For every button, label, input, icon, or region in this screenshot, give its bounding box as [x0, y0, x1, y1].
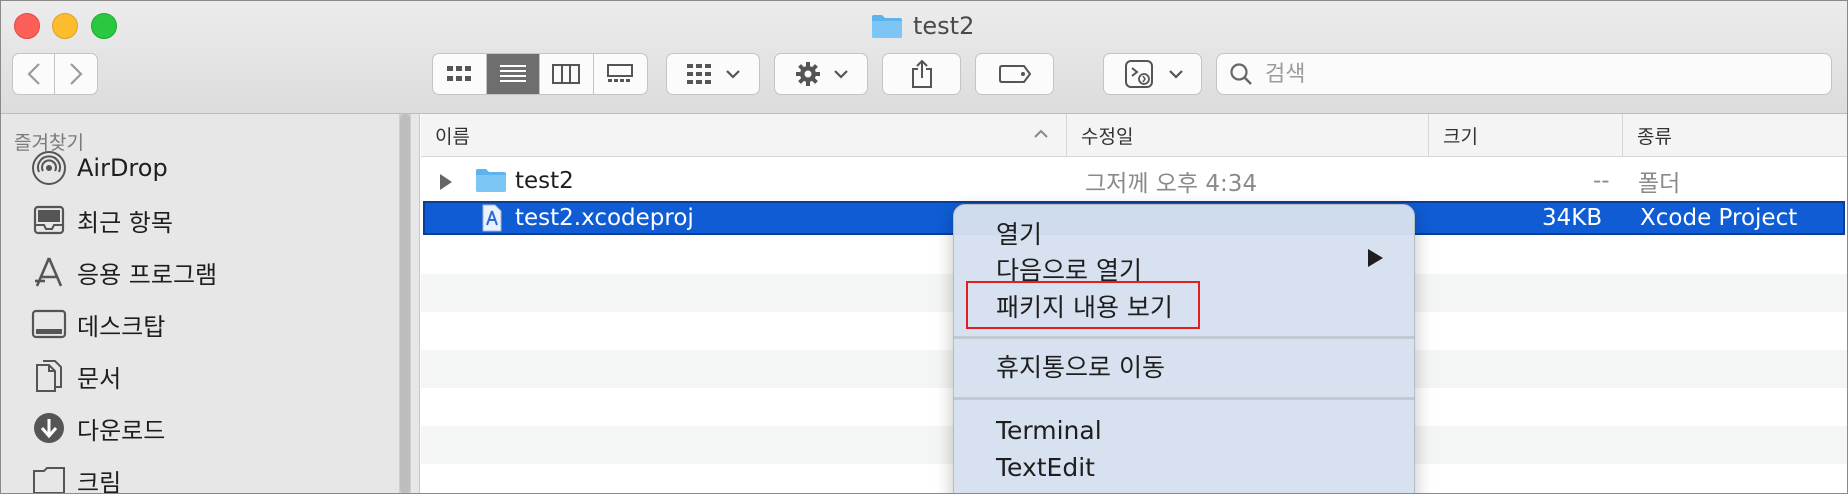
- sidebar-item-documents[interactable]: 문서: [31, 356, 121, 396]
- menu-item-move-to-trash[interactable]: 휴지통으로 이동: [996, 348, 1165, 384]
- column-kind[interactable]: 종류: [1623, 114, 1847, 156]
- column-view-button[interactable]: [540, 54, 594, 94]
- chevron-right-icon: [70, 63, 83, 85]
- list-view-button[interactable]: [486, 54, 540, 94]
- gallery-view-button[interactable]: [594, 54, 648, 94]
- zoom-window-button[interactable]: [91, 13, 117, 39]
- file-name: test2: [515, 168, 574, 194]
- search-field[interactable]: [1216, 53, 1832, 95]
- column-name[interactable]: 이름: [421, 114, 1067, 156]
- grid-icon: [447, 66, 472, 81]
- desktop-icon: [31, 306, 67, 342]
- columns-icon: [552, 64, 581, 84]
- chevron-down-icon: [1168, 70, 1183, 79]
- share-button[interactable]: [882, 53, 961, 95]
- group-by-button[interactable]: [666, 53, 760, 95]
- quick-actions-button[interactable]: [1103, 53, 1202, 95]
- recents-icon: [31, 202, 67, 238]
- column-kind-label: 종류: [1637, 125, 1672, 148]
- file-name: test2.xcodeproj: [515, 205, 694, 231]
- file-row-folder[interactable]: test2 그저께 오후 4:34 -- 폴더: [421, 162, 1847, 200]
- icon-view-button[interactable]: [433, 54, 487, 94]
- close-window-button[interactable]: [14, 13, 40, 39]
- menu-item-textedit[interactable]: TextEdit: [996, 449, 1095, 485]
- xcode-project-icon: [482, 204, 502, 232]
- finder-window: test2 검색 즐겨찾기 AirDrop 최근 항목 응용 프로그램 데스크탑…: [0, 0, 1848, 494]
- sidebar-item-recents[interactable]: 최근 항목: [31, 200, 173, 240]
- sidebar-item-partial[interactable]: 크림: [31, 460, 122, 494]
- file-size: --: [1593, 168, 1610, 194]
- tag-icon: [998, 65, 1031, 83]
- search-input[interactable]: [1263, 60, 1787, 88]
- column-size-label: 크기: [1443, 125, 1478, 148]
- column-header: 이름 수정일 크기 종류: [421, 114, 1847, 157]
- column-modified-label: 수정일: [1081, 125, 1134, 148]
- menu-item-terminal[interactable]: Terminal: [996, 412, 1102, 448]
- chevron-left-icon: [26, 63, 40, 85]
- menu-separator: [954, 397, 1414, 400]
- sidebar-item-label: AirDrop: [77, 154, 168, 182]
- submenu-arrow-icon: [1368, 249, 1383, 267]
- share-icon: [911, 59, 932, 88]
- file-kind: Xcode Project: [1640, 205, 1798, 231]
- sidebar-scrollbar[interactable]: [399, 114, 411, 493]
- forward-button[interactable]: [55, 54, 97, 94]
- sidebar-item-label: 데스크탑: [77, 312, 166, 341]
- file-size: 34KB: [1542, 205, 1603, 231]
- file-modified: 그저께 오후 4:34: [1085, 171, 1258, 197]
- action-button[interactable]: [774, 53, 868, 95]
- sidebar-item-desktop[interactable]: 데스크탑: [31, 304, 165, 344]
- navigation-buttons: [12, 53, 98, 95]
- highlight-box: [966, 281, 1200, 329]
- group-icon: [687, 64, 711, 84]
- column-name-label: 이름: [435, 125, 470, 148]
- airdrop-icon: [31, 150, 67, 186]
- chevron-down-icon: [726, 70, 740, 79]
- sidebar-item-label: 문서: [77, 364, 122, 393]
- column-modified[interactable]: 수정일: [1067, 114, 1429, 156]
- gear-icon: [796, 62, 820, 86]
- documents-icon: [31, 358, 67, 394]
- sidebar-item-label: 응용 프로그램: [77, 260, 218, 289]
- sidebar-item-label: 다운로드: [77, 416, 166, 445]
- back-button[interactable]: [13, 54, 56, 94]
- column-size[interactable]: 크기: [1429, 114, 1623, 156]
- folder-icon: [31, 462, 67, 493]
- folder-icon: [872, 15, 902, 38]
- shortcut-icon: [1124, 60, 1153, 88]
- context-menu: 열기 다음으로 열기 패키지 내용 보기 휴지통으로 이동 Terminal T…: [953, 204, 1415, 493]
- window-title: test2: [871, 9, 974, 43]
- list-icon: [499, 65, 526, 82]
- sidebar-item-label: 크림: [77, 468, 122, 494]
- toolbar: test2: [1, 1, 1847, 114]
- gallery-icon: [607, 64, 634, 82]
- sidebar-item-airdrop[interactable]: AirDrop: [31, 148, 168, 188]
- search-icon: [1230, 63, 1252, 85]
- sidebar: 즐겨찾기 AirDrop 최근 항목 응용 프로그램 데스크탑 문서 다운로드 …: [1, 114, 420, 494]
- sidebar-item-downloads[interactable]: 다운로드: [31, 408, 165, 448]
- file-kind: 폴더: [1638, 171, 1681, 197]
- chevron-down-icon: [834, 70, 848, 79]
- minimize-window-button[interactable]: [52, 13, 78, 39]
- menu-separator: [954, 336, 1414, 339]
- folder-icon: [476, 169, 506, 192]
- applications-icon: [31, 254, 67, 290]
- disclosure-triangle-icon[interactable]: [439, 173, 453, 191]
- sort-ascending-icon: [1034, 129, 1048, 138]
- sidebar-item-applications[interactable]: 응용 프로그램: [31, 252, 217, 292]
- downloads-icon: [31, 410, 67, 446]
- window-title-text: test2: [913, 12, 975, 40]
- tags-button[interactable]: [975, 53, 1054, 95]
- sidebar-item-label: 최근 항목: [77, 208, 173, 237]
- sidebar-scroll-thumb[interactable]: [400, 114, 410, 493]
- menu-item-open[interactable]: 열기: [996, 215, 1042, 251]
- view-mode-control: [432, 53, 648, 95]
